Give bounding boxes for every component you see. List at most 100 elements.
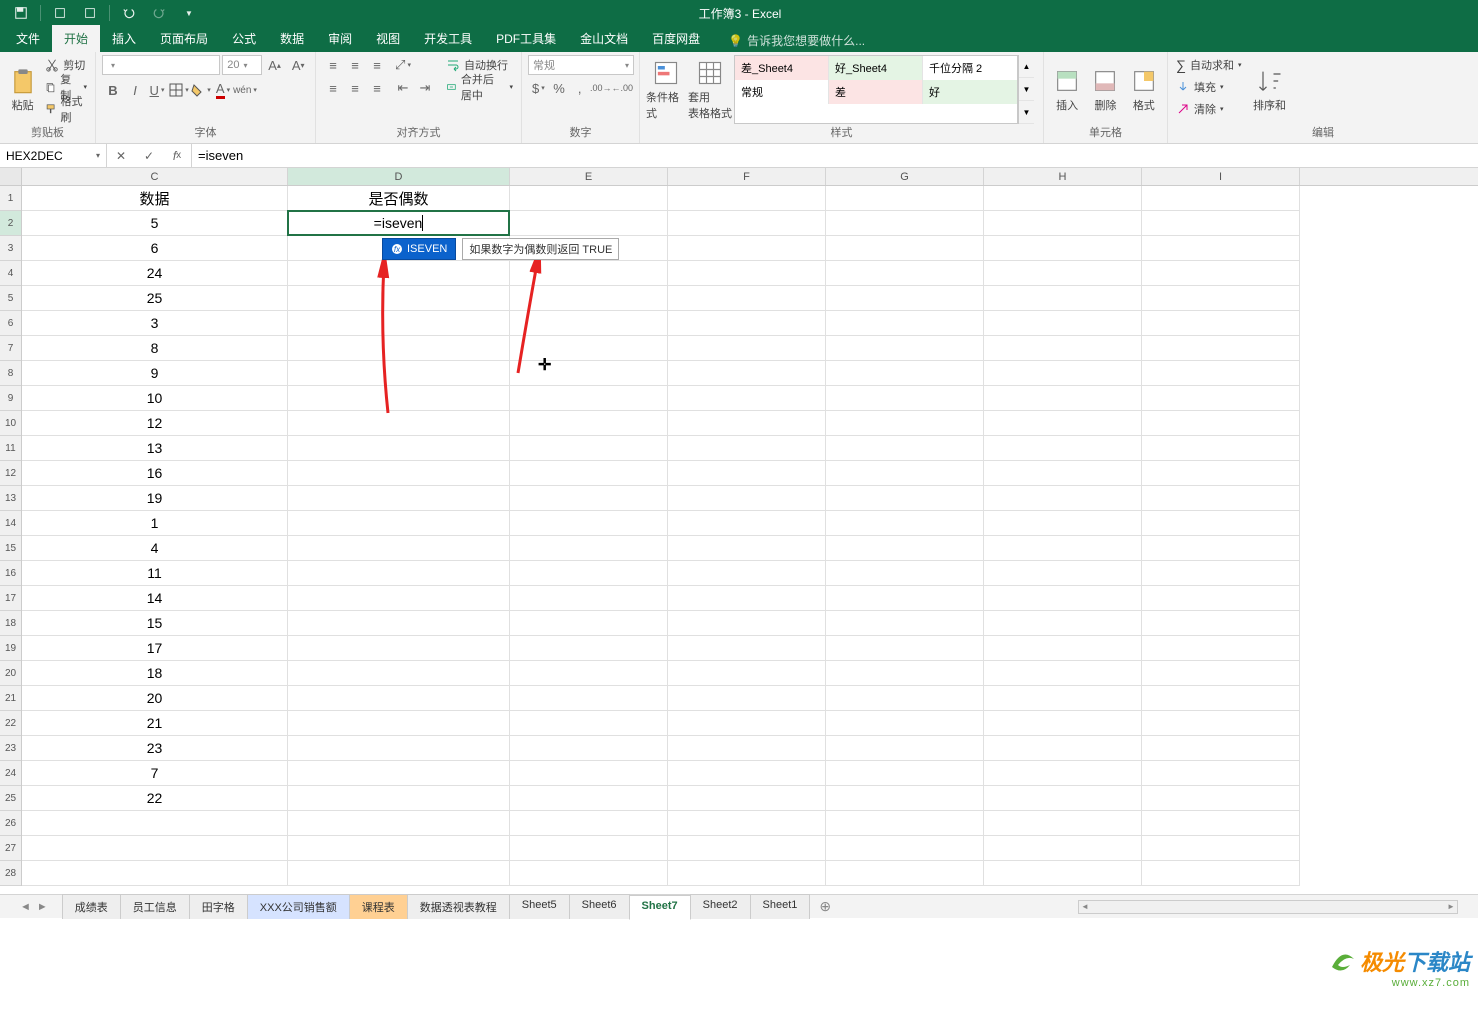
sheet-tab[interactable]: 数据透视表教程 <box>407 894 510 919</box>
gallery-more-icon[interactable]: ▼ <box>1019 101 1034 124</box>
cell[interactable] <box>668 686 826 711</box>
cell[interactable] <box>668 761 826 786</box>
cell[interactable] <box>288 211 510 236</box>
worksheet-grid[interactable]: CDEFGHI 12345678910111213141516171819202… <box>0 168 1478 894</box>
inc-decimal-icon[interactable]: .00→ <box>590 78 612 98</box>
cell[interactable] <box>510 611 668 636</box>
menu-tab-百度网盘[interactable]: 百度网盘 <box>640 25 712 52</box>
cell[interactable] <box>1142 636 1300 661</box>
indent-inc-icon[interactable]: ⇥ <box>414 78 436 98</box>
column-header[interactable]: I <box>1142 168 1300 185</box>
cell[interactable]: 7 <box>22 761 288 786</box>
cell[interactable] <box>984 586 1142 611</box>
cell[interactable] <box>510 536 668 561</box>
align-center-icon[interactable]: ≡ <box>344 78 366 98</box>
cell[interactable] <box>510 861 668 886</box>
cell[interactable] <box>1142 661 1300 686</box>
style-cell[interactable]: 好_Sheet4 <box>829 56 923 80</box>
align-top-icon[interactable]: ≡ <box>322 55 344 75</box>
sheet-tab[interactable]: XXX公司销售额 <box>247 894 350 919</box>
cell[interactable]: 13 <box>22 436 288 461</box>
cell[interactable]: 4 <box>22 536 288 561</box>
autosum-button[interactable]: ∑自动求和▾ <box>1174 55 1244 75</box>
row-header[interactable]: 1 <box>0 186 21 211</box>
cell[interactable] <box>826 861 984 886</box>
cell[interactable]: 24 <box>22 261 288 286</box>
column-header[interactable]: F <box>668 168 826 185</box>
cell[interactable] <box>1142 536 1300 561</box>
cell[interactable]: 12 <box>22 411 288 436</box>
row-header[interactable]: 24 <box>0 761 21 786</box>
cell[interactable] <box>668 186 826 211</box>
row-header[interactable]: 11 <box>0 436 21 461</box>
cell[interactable] <box>288 861 510 886</box>
style-cell[interactable]: 好 <box>923 80 1017 104</box>
horizontal-scrollbar[interactable]: ◄► <box>1078 900 1458 914</box>
cell[interactable] <box>1142 836 1300 861</box>
cell[interactable] <box>984 461 1142 486</box>
cell[interactable] <box>1142 761 1300 786</box>
cell[interactable]: 8 <box>22 336 288 361</box>
cell[interactable] <box>826 611 984 636</box>
cell[interactable] <box>826 311 984 336</box>
cell[interactable] <box>1142 461 1300 486</box>
cell[interactable] <box>288 536 510 561</box>
cell[interactable] <box>984 611 1142 636</box>
cell[interactable] <box>984 236 1142 261</box>
cell[interactable] <box>984 711 1142 736</box>
increase-font-icon[interactable]: A▴ <box>264 55 286 75</box>
cell[interactable] <box>984 411 1142 436</box>
cell[interactable] <box>984 336 1142 361</box>
cell[interactable] <box>510 736 668 761</box>
cell[interactable] <box>1142 386 1300 411</box>
cell-styles-gallery[interactable]: 差_Sheet4好_Sheet4千位分隔 2常规差好 <box>734 55 1018 124</box>
cell[interactable] <box>510 511 668 536</box>
number-format-combo[interactable]: 常规▾ <box>528 55 634 75</box>
cell[interactable] <box>668 611 826 636</box>
cell[interactable] <box>668 711 826 736</box>
cell[interactable] <box>288 611 510 636</box>
cell[interactable] <box>826 561 984 586</box>
cell[interactable] <box>1142 436 1300 461</box>
row-header[interactable]: 21 <box>0 686 21 711</box>
cell[interactable] <box>984 511 1142 536</box>
sheet-tab[interactable]: Sheet5 <box>509 894 570 919</box>
row-header[interactable]: 22 <box>0 711 21 736</box>
sort-filter-button[interactable]: 排序和 <box>1248 55 1292 124</box>
cell[interactable] <box>668 261 826 286</box>
row-header[interactable]: 6 <box>0 311 21 336</box>
cell[interactable]: 25 <box>22 286 288 311</box>
style-cell[interactable]: 差 <box>829 80 923 104</box>
cell[interactable] <box>288 786 510 811</box>
cell[interactable] <box>826 486 984 511</box>
sheet-tab[interactable]: 员工信息 <box>120 894 190 919</box>
gallery-down-icon[interactable]: ▼ <box>1019 78 1034 101</box>
cell[interactable]: 15 <box>22 611 288 636</box>
cell[interactable] <box>668 436 826 461</box>
cell[interactable] <box>1142 686 1300 711</box>
row-header[interactable]: 9 <box>0 386 21 411</box>
row-header[interactable]: 25 <box>0 786 21 811</box>
cell[interactable] <box>826 461 984 486</box>
select-all-corner[interactable] <box>0 168 22 185</box>
cell[interactable] <box>510 411 668 436</box>
row-header[interactable]: 27 <box>0 836 21 861</box>
cell[interactable] <box>510 836 668 861</box>
row-header[interactable]: 10 <box>0 411 21 436</box>
cell[interactable] <box>668 461 826 486</box>
cell[interactable] <box>826 636 984 661</box>
tell-me-search[interactable]: 💡告诉我您想要做什么... <box>718 29 875 52</box>
sheet-tab[interactable]: Sheet6 <box>569 894 630 919</box>
cell[interactable] <box>668 236 826 261</box>
menu-tab-文件[interactable]: 文件 <box>4 25 52 52</box>
cell[interactable] <box>826 261 984 286</box>
cell[interactable] <box>826 761 984 786</box>
row-header[interactable]: 5 <box>0 286 21 311</box>
cell[interactable] <box>668 736 826 761</box>
percent-icon[interactable]: % <box>549 78 570 98</box>
fill-color-icon[interactable]: ▾ <box>190 80 212 100</box>
cell[interactable] <box>668 311 826 336</box>
cell[interactable] <box>984 436 1142 461</box>
cell[interactable] <box>826 286 984 311</box>
cell[interactable]: 5 <box>22 211 288 236</box>
